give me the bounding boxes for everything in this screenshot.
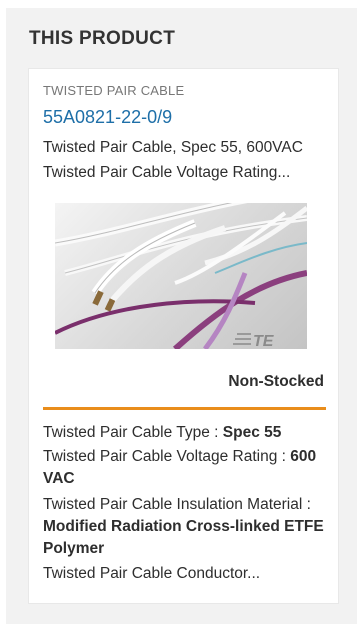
product-description-line1: Twisted Pair Cable, Spec 55, 600VAC	[43, 139, 303, 156]
spec-value: Modified Radiation Cross-linked ETFE Pol…	[43, 518, 324, 557]
spec-conductor: Twisted Pair Cable Conductor...	[43, 563, 328, 585]
spec-voltage-rating: Twisted Pair Cable Voltage Rating : 600 …	[43, 446, 328, 490]
cable-photo: TE	[55, 203, 307, 349]
product-card[interactable]: TWISTED PAIR CABLE 55A0821-22-0/9 Twiste…	[28, 68, 339, 604]
part-number-link[interactable]: 55A0821-22-0/9	[43, 107, 172, 128]
this-product-panel: THIS PRODUCT TWISTED PAIR CABLE 55A0821-…	[6, 8, 357, 624]
spec-label: Twisted Pair Cable Type :	[43, 424, 223, 441]
product-description-line2: Twisted Pair Cable Voltage Rating...	[43, 164, 291, 181]
product-category: TWISTED PAIR CABLE	[43, 83, 185, 98]
spec-insulation-material: Twisted Pair Cable Insulation Material :…	[43, 494, 328, 560]
te-logo: TE	[253, 333, 275, 349]
spec-label: Twisted Pair Cable Voltage Rating :	[43, 448, 291, 465]
panel-title: THIS PRODUCT	[29, 28, 176, 49]
spec-label: Twisted Pair Cable Insulation Material :	[43, 496, 311, 513]
stock-status: Non-Stocked	[228, 373, 324, 390]
spec-value: Spec 55	[222, 424, 282, 441]
spec-twisted-pair-type: Twisted Pair Cable Type : Spec 55	[43, 422, 328, 444]
accent-divider	[43, 407, 326, 410]
product-image[interactable]: TE	[55, 203, 307, 349]
spec-label: Twisted Pair Cable Conductor...	[43, 565, 261, 582]
